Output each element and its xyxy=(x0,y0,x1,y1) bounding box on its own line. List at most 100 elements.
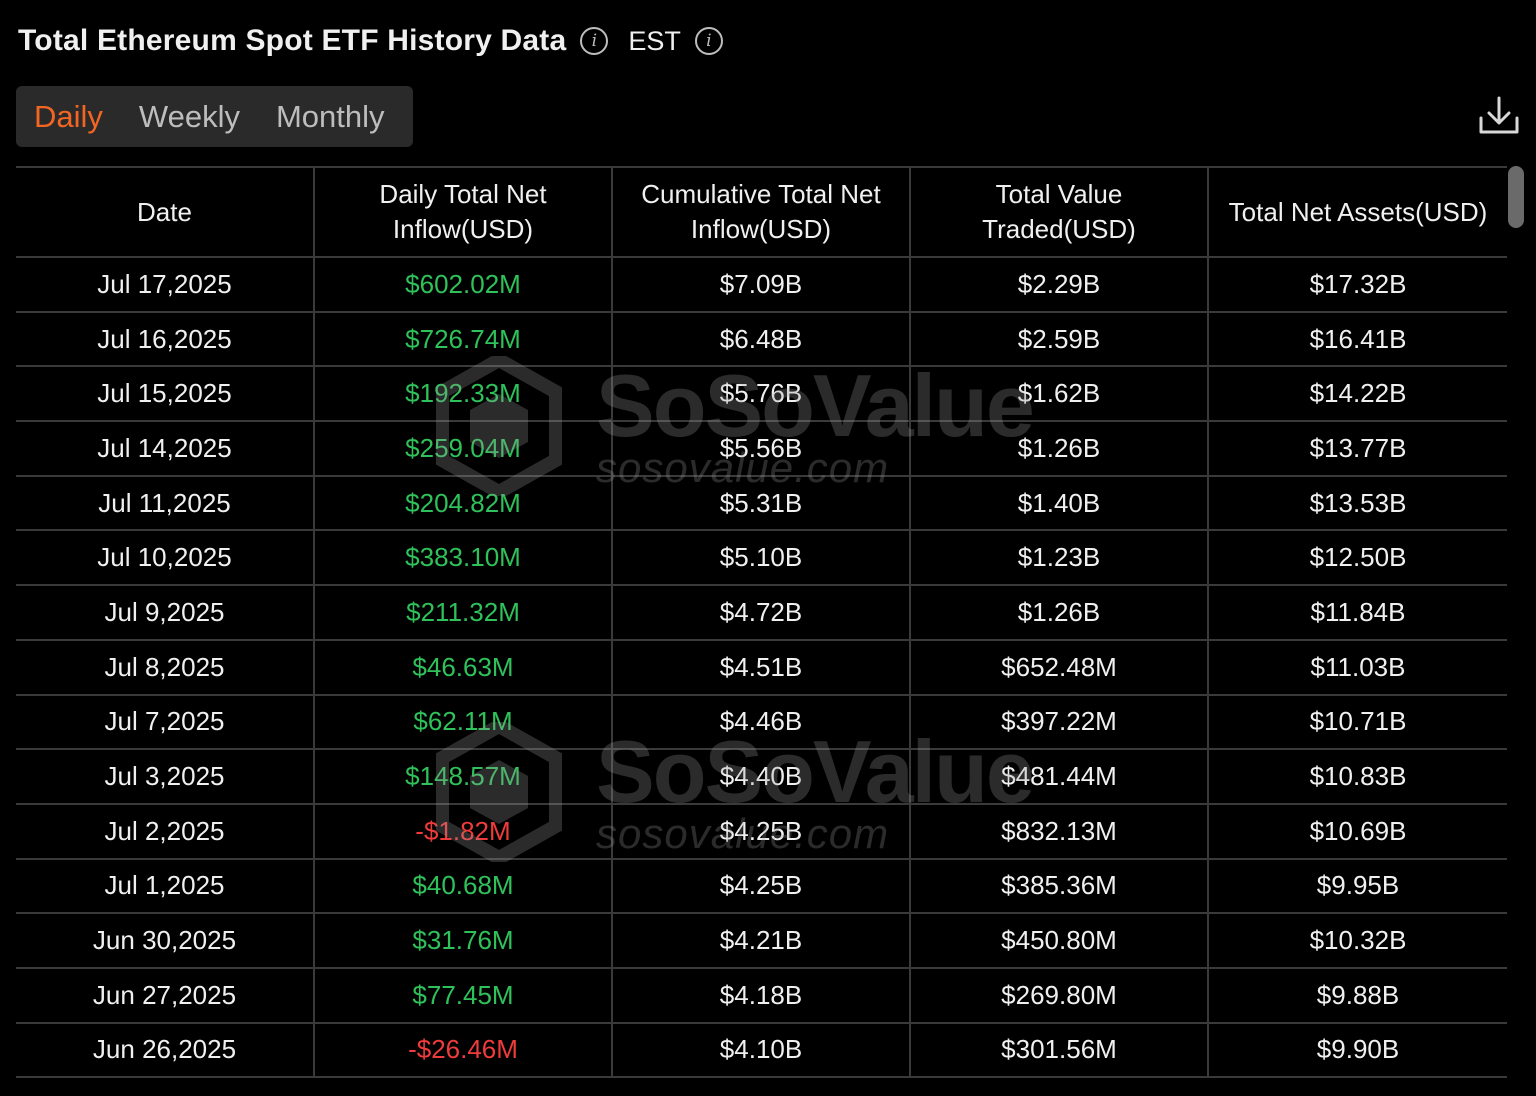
cell-date: Jul 2,2025 xyxy=(16,803,315,859)
cell-daily-net-inflow: $62.11M xyxy=(314,694,613,750)
tab-daily[interactable]: Daily xyxy=(34,99,103,135)
table-row[interactable]: Jul 10,2025 $383.10M $5.10B $1.23B $12.50B xyxy=(16,530,1507,586)
cell-value-traded: $1.23B xyxy=(910,530,1209,586)
etf-history-table: Date Daily Total Net Inflow(USD) Cumulat… xyxy=(16,166,1507,1078)
cell-value-traded: $1.40B xyxy=(910,475,1209,531)
cell-value-traded: $481.44M xyxy=(910,749,1209,804)
table-row[interactable]: Jun 27,2025 $77.45M $4.18B $269.80M $9.88B xyxy=(16,967,1507,1023)
cell-net-assets: $13.53B xyxy=(1309,487,1407,518)
column-header-net-assets[interactable]: Total Net Assets(USD) xyxy=(1208,167,1507,257)
cell-cumulative-net-inflow: $4.72B xyxy=(612,585,911,640)
table-header-row: Date Daily Total Net Inflow(USD) Cumulat… xyxy=(16,167,1507,257)
cell-cumulative-net-inflow: $5.31B xyxy=(612,475,911,531)
title-info-icon[interactable]: i xyxy=(580,27,609,55)
cell-net-assets: $11.84B xyxy=(1310,596,1406,627)
column-header-cumulative-net-inflow-label: Cumulative Total Net Inflow(USD) xyxy=(641,179,881,244)
cell-cumulative-net-inflow: $4.21B xyxy=(612,913,911,968)
header: Total Ethereum Spot ETF History Data i E… xyxy=(18,20,723,62)
scrollbar-thumb[interactable] xyxy=(1508,166,1524,228)
cell-net-assets: $16.41B xyxy=(1309,323,1407,354)
cell-daily-net-inflow: $602.02M xyxy=(314,257,613,312)
table-row[interactable]: Jul 3,2025 $148.57M $4.40B $481.44M $10.83B xyxy=(16,749,1507,804)
column-header-value-traded-label: Total Value Traded(USD) xyxy=(982,179,1136,244)
cell-date: Jul 8,2025 xyxy=(16,639,315,695)
table-row[interactable]: Jul 9,2025 $211.32M $4.72B $1.26B $11.84B xyxy=(16,585,1507,640)
cell-value-traded: $1.62B xyxy=(910,366,1209,422)
cell-value-traded: $2.29B xyxy=(910,257,1209,312)
cell-cumulative-net-inflow: $5.76B xyxy=(612,366,911,422)
table-row[interactable]: Jul 2,2025 -$1.82M $4.25B $832.13M $10.69B xyxy=(16,803,1507,859)
cell-value-traded: $1.26B xyxy=(910,585,1209,640)
column-header-daily-net-inflow-label: Daily Total Net Inflow(USD) xyxy=(379,179,547,244)
cell-cumulative-net-inflow: $6.48B xyxy=(612,311,911,367)
column-header-cumulative-net-inflow[interactable]: Cumulative Total Net Inflow(USD) xyxy=(612,167,911,257)
cell-net-assets: $11.03B xyxy=(1310,651,1406,682)
table-row[interactable]: Jul 7,2025 $62.11M $4.46B $397.22M $10.71B xyxy=(16,694,1507,750)
cell-cumulative-net-inflow: $5.56B xyxy=(612,421,911,476)
cell-daily-net-inflow: $726.74M xyxy=(314,311,613,367)
cell-net-assets: $9.90B xyxy=(1316,1034,1400,1065)
column-header-value-traded[interactable]: Total Value Traded(USD) xyxy=(910,167,1209,257)
table-row[interactable]: Jul 8,2025 $46.63M $4.51B $652.48M $11.03B xyxy=(16,639,1507,695)
cell-date: Jun 30,2025 xyxy=(16,913,315,968)
cell-value-traded: $269.80M xyxy=(910,967,1209,1023)
cell-net-assets: $17.32B xyxy=(1309,268,1407,299)
cell-daily-net-inflow: $192.33M xyxy=(314,366,613,422)
table-row[interactable]: Jul 1,2025 $40.68M $4.25B $385.36M $9.95B xyxy=(16,858,1507,914)
cell-net-assets: $14.22B xyxy=(1309,378,1407,409)
column-header-daily-net-inflow[interactable]: Daily Total Net Inflow(USD) xyxy=(314,167,613,257)
cell-value-traded: $2.59B xyxy=(910,311,1209,367)
cell-date: Jun 27,2025 xyxy=(16,967,315,1023)
table-row[interactable]: Jul 14,2025 $259.04M $5.56B $1.26B $13.77B xyxy=(16,421,1507,476)
cell-date: Jul 14,2025 xyxy=(16,421,315,476)
cell-value-traded: $832.13M xyxy=(910,803,1209,859)
cell-daily-net-inflow: $211.32M xyxy=(314,585,613,640)
cell-value-traded: $652.48M xyxy=(910,639,1209,695)
cell-net-assets: $10.71B xyxy=(1309,706,1407,737)
cell-date: Jul 7,2025 xyxy=(16,694,315,750)
cell-net-assets: $13.77B xyxy=(1309,432,1407,463)
cell-net-assets: $9.88B xyxy=(1316,979,1400,1010)
table-row[interactable]: Jun 26,2025 -$26.46M $4.10B $301.56M $9.90B xyxy=(16,1022,1507,1078)
cell-net-assets: $10.32B xyxy=(1309,925,1407,956)
cell-cumulative-net-inflow: $5.10B xyxy=(612,530,911,586)
cell-date: Jul 16,2025 xyxy=(16,311,315,367)
page-title: Total Ethereum Spot ETF History Data xyxy=(18,24,567,57)
cell-value-traded: $301.56M xyxy=(910,1022,1209,1078)
cell-cumulative-net-inflow: $4.51B xyxy=(612,639,911,695)
cell-cumulative-net-inflow: $4.40B xyxy=(612,749,911,804)
cell-cumulative-net-inflow: $4.10B xyxy=(612,1022,911,1078)
timezone-label: EST xyxy=(628,25,681,56)
table-row[interactable]: Jul 16,2025 $726.74M $6.48B $2.59B $16.41B xyxy=(16,311,1507,367)
table-row[interactable]: Jul 15,2025 $192.33M $5.76B $1.62B $14.22B xyxy=(16,366,1507,422)
table-row[interactable]: Jul 17,2025 $602.02M $7.09B $2.29B $17.32B xyxy=(16,257,1507,312)
tab-monthly[interactable]: Monthly xyxy=(276,99,385,135)
column-header-date[interactable]: Date xyxy=(16,167,315,257)
cell-date: Jul 9,2025 xyxy=(16,585,315,640)
cell-daily-net-inflow: $148.57M xyxy=(314,749,613,804)
cell-daily-net-inflow: $204.82M xyxy=(314,475,613,531)
table-row[interactable]: Jul 11,2025 $204.82M $5.31B $1.40B $13.53B xyxy=(16,475,1507,531)
cell-date: Jul 11,2025 xyxy=(16,475,315,531)
cell-cumulative-net-inflow: $4.18B xyxy=(612,967,911,1023)
cell-date: Jul 15,2025 xyxy=(16,366,315,422)
cell-cumulative-net-inflow: $4.25B xyxy=(612,803,911,859)
tab-weekly[interactable]: Weekly xyxy=(139,99,240,135)
cell-date: Jul 10,2025 xyxy=(16,530,315,586)
cell-daily-net-inflow: $77.45M xyxy=(314,967,613,1023)
cell-daily-net-inflow: $383.10M xyxy=(314,530,613,586)
cell-daily-net-inflow: -$1.82M xyxy=(314,803,613,859)
download-icon[interactable] xyxy=(1476,94,1522,140)
table-row[interactable]: Jun 30,2025 $31.76M $4.21B $450.80M $10.32B xyxy=(16,913,1507,968)
cell-date: Jun 26,2025 xyxy=(16,1022,315,1078)
cell-date: Jul 3,2025 xyxy=(16,749,315,804)
cell-value-traded: $397.22M xyxy=(910,694,1209,750)
cell-cumulative-net-inflow: $4.46B xyxy=(612,694,911,750)
cell-net-assets: $10.69B xyxy=(1309,815,1407,846)
cell-daily-net-inflow: $31.76M xyxy=(314,913,613,968)
cell-date: Jul 17,2025 xyxy=(16,257,315,312)
cell-value-traded: $385.36M xyxy=(910,858,1209,914)
period-tabs: Daily Weekly Monthly xyxy=(16,86,413,147)
timezone-info-icon[interactable]: i xyxy=(694,27,723,55)
cell-value-traded: $450.80M xyxy=(910,913,1209,968)
